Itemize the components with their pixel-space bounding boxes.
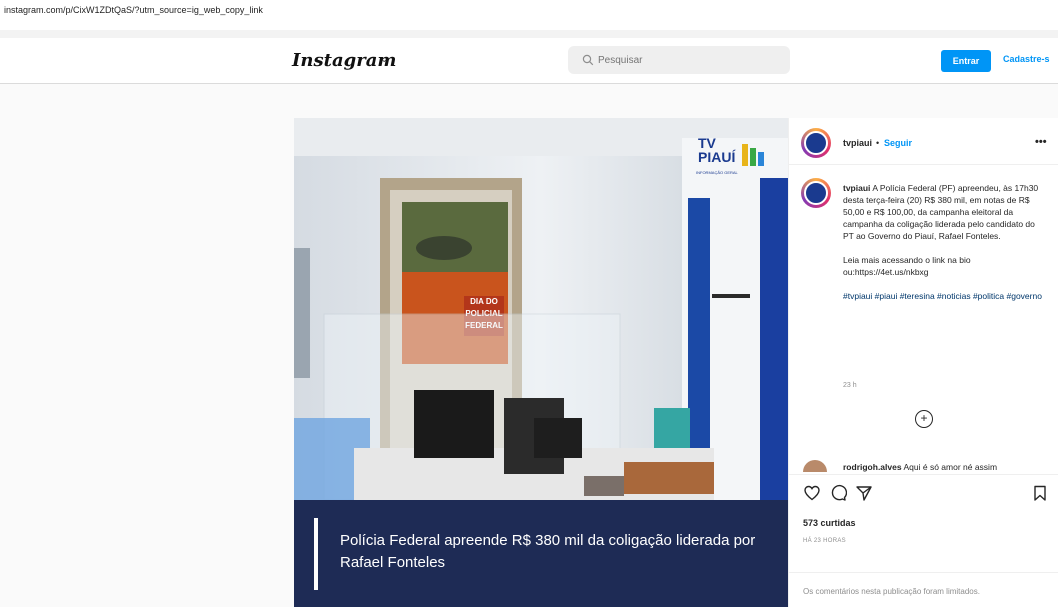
url-text[interactable]: instagram.com/p/CixW1ZDtQaS/?utm_source=… bbox=[4, 5, 263, 15]
search-input[interactable] bbox=[598, 50, 778, 70]
separator-dot: • bbox=[876, 138, 880, 148]
footer-divider bbox=[789, 572, 1058, 573]
header-divider bbox=[789, 164, 1058, 165]
follow-button[interactable]: Seguir bbox=[884, 138, 912, 148]
caption: tvpiaui A Polícia Federal (PF) apreendeu… bbox=[843, 182, 1043, 314]
caption-body: A Polícia Federal (PF) apreendeu, às 17h… bbox=[843, 183, 1039, 241]
chevron-down-icon[interactable]: ⌄ bbox=[380, 54, 388, 65]
comments-divider bbox=[789, 474, 1058, 475]
post-actions bbox=[789, 480, 1058, 510]
headline-banner: Polícia Federal apreende R$ 380 mil da c… bbox=[294, 500, 788, 607]
banner-accent-rule bbox=[314, 518, 318, 590]
headline-text: Polícia Federal apreende R$ 380 mil da c… bbox=[340, 532, 756, 571]
svg-text:DIA DO: DIA DO bbox=[470, 297, 498, 306]
likes-count[interactable]: 573 curtidas bbox=[803, 518, 856, 528]
post-sidebar: tvpiaui • Seguir ••• tvpiaui A Polícia F… bbox=[788, 118, 1058, 607]
caption-time: 23 h bbox=[843, 382, 857, 389]
bookmark-icon[interactable] bbox=[1031, 484, 1049, 502]
browser-address-bar[interactable]: instagram.com/p/CixW1ZDtQaS/?utm_source=… bbox=[0, 0, 1058, 30]
browser-divider bbox=[0, 30, 1058, 38]
comments-limited-notice: Os comentários nesta publicação foram li… bbox=[803, 587, 980, 596]
share-icon[interactable] bbox=[855, 484, 873, 502]
caption-link-text: Leia mais acessando o link na bio ou:htt… bbox=[843, 255, 971, 277]
post-timestamp: HÁ 23 HORAS bbox=[803, 538, 846, 544]
heart-icon[interactable] bbox=[803, 484, 821, 502]
signup-link[interactable]: Cadastre-s bbox=[1003, 54, 1050, 64]
login-button[interactable]: Entrar bbox=[941, 50, 991, 72]
caption-avatar[interactable] bbox=[801, 178, 831, 208]
more-options-icon[interactable]: ••• bbox=[1035, 136, 1047, 148]
brand-subtitle: INFORMAÇÃO GERAL bbox=[696, 170, 738, 175]
hashtags[interactable]: #tvpiaui #piaui #teresina #noticias #pol… bbox=[843, 290, 1043, 302]
author-avatar[interactable] bbox=[801, 128, 831, 158]
load-more-comments-icon[interactable]: + bbox=[915, 410, 933, 428]
comment-icon[interactable] bbox=[829, 484, 847, 502]
post-image[interactable]: DIA DO POLICIAL FEDERAL TV PIAUÍ INFORMA… bbox=[294, 118, 788, 607]
author-username[interactable]: tvpiaui bbox=[843, 138, 872, 148]
commenter-username[interactable]: rodrigoh.alves bbox=[843, 462, 902, 472]
commenter-avatar[interactable] bbox=[803, 460, 827, 472]
search-box[interactable] bbox=[568, 46, 790, 74]
comment-text: Aqui é só amor né assim bbox=[903, 462, 998, 472]
search-icon bbox=[582, 54, 594, 66]
comment-item: rodrigoh.alves Aqui é só amor né assim bbox=[803, 458, 1058, 472]
caption-username[interactable]: tvpiaui bbox=[843, 183, 870, 193]
brand-text: TV PIAUÍ bbox=[698, 135, 736, 165]
top-navigation: Instagram ⌄ Entrar Cadastre-s bbox=[0, 38, 1058, 84]
tv-piaui-watermark: TV PIAUÍ INFORMAÇÃO GERAL bbox=[696, 136, 786, 186]
